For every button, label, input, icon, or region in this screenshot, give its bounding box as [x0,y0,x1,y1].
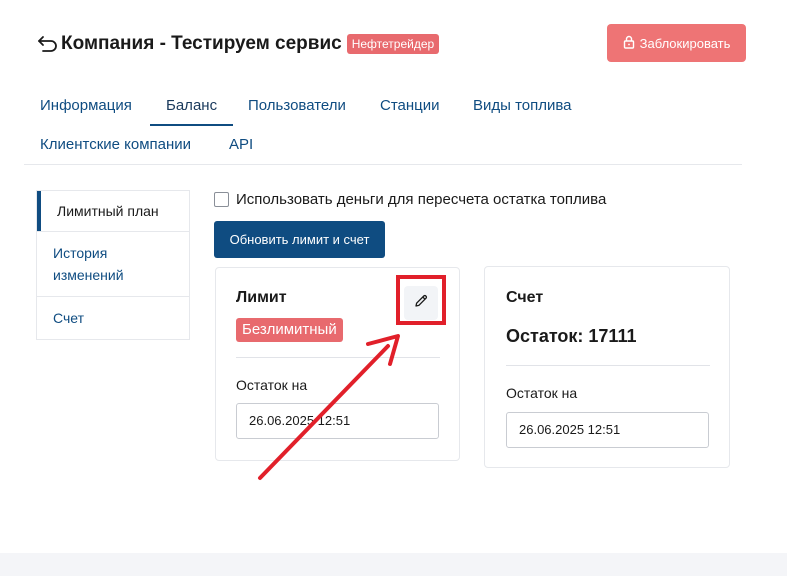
recalc-checkbox-label[interactable]: Использовать деньги для пересчета остатк… [236,191,606,208]
side-menu-item-history[interactable]: История изменений [37,231,189,296]
tab-users[interactable]: Пользователи [232,86,362,126]
tab-balance[interactable]: Баланс [150,86,234,126]
recalc-checkbox[interactable] [214,192,229,207]
limit-card-title: Лимит [236,289,287,306]
side-menu-item-account[interactable]: Счет [37,296,189,339]
limit-date-input[interactable]: 26.06.2025 12:51 [236,403,439,439]
tab-fuel-types[interactable]: Виды топлива [457,86,588,126]
limit-balance-label: Остаток на [236,377,308,393]
limit-card-divider [236,357,440,358]
page-footer-band [0,553,787,576]
side-menu: Лимитный план История изменений Счет [36,190,190,340]
tab-api[interactable]: API [213,125,269,165]
tabs-divider [24,164,742,165]
block-button[interactable]: Заблокировать [607,24,746,62]
account-balance: Остаток: 17111 [506,326,637,346]
arrow-back-icon[interactable] [36,32,60,56]
recalc-checkbox-row: Использовать деньги для пересчета остатк… [214,191,606,208]
account-date-input[interactable]: 26.06.2025 12:51 [506,412,709,448]
account-balance-label: Остаток на [506,385,578,401]
lock-icon [623,35,635,52]
tab-client-companies[interactable]: Клиентские компании [24,125,207,165]
limit-card: Лимит Безлимитный Остаток на 26.06.2025 … [215,267,460,461]
company-type-badge: Нефтетрейдер [346,34,440,54]
edit-limit-button[interactable] [404,286,438,320]
pencil-icon [413,293,429,314]
side-menu-item-limit-plan[interactable]: Лимитный план [37,191,189,231]
page-header: Компания - Тестируем сервис Нефтетрейдер [36,28,440,60]
tab-stations[interactable]: Станции [364,86,456,126]
account-card-divider [506,365,710,366]
account-card: Счет Остаток: 17111 Остаток на 26.06.202… [484,266,730,468]
page-title: Компания - Тестируем сервис [61,33,342,54]
account-card-title: Счет [506,289,544,306]
block-button-label: Заблокировать [639,35,731,51]
tab-info[interactable]: Информация [24,86,148,126]
update-limit-button[interactable]: Обновить лимит и счет [214,221,385,258]
unlimited-badge: Безлимитный [236,318,343,342]
